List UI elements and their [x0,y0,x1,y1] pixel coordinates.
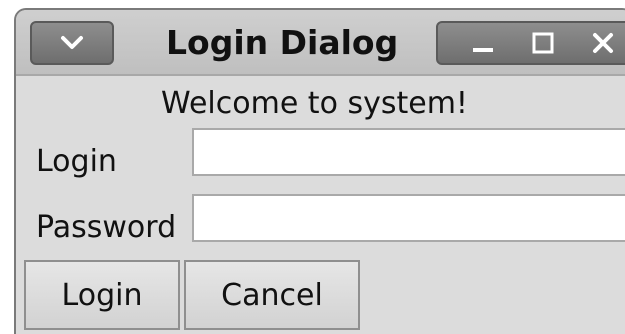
maximize-icon [532,32,554,54]
window-controls [436,21,625,65]
cancel-button[interactable]: Cancel [184,260,360,330]
window-menu-button[interactable] [30,21,114,65]
login-label: Login [36,144,117,179]
login-dialog-window: Login Dialog Welcome to system! Login Pa… [14,8,625,334]
window-title: Login Dialog [166,23,399,62]
close-icon [593,33,613,53]
titlebar[interactable]: Login Dialog [16,10,625,76]
login-input[interactable] [192,128,625,176]
chevron-down-icon [61,36,83,49]
close-button[interactable] [576,23,625,63]
welcome-message: Welcome to system! [161,86,468,121]
maximize-button[interactable] [516,23,570,63]
minimize-icon [473,48,493,52]
login-button[interactable]: Login [24,260,180,330]
minimize-button[interactable] [456,23,510,63]
password-input[interactable] [192,194,625,242]
password-label: Password [36,210,177,245]
